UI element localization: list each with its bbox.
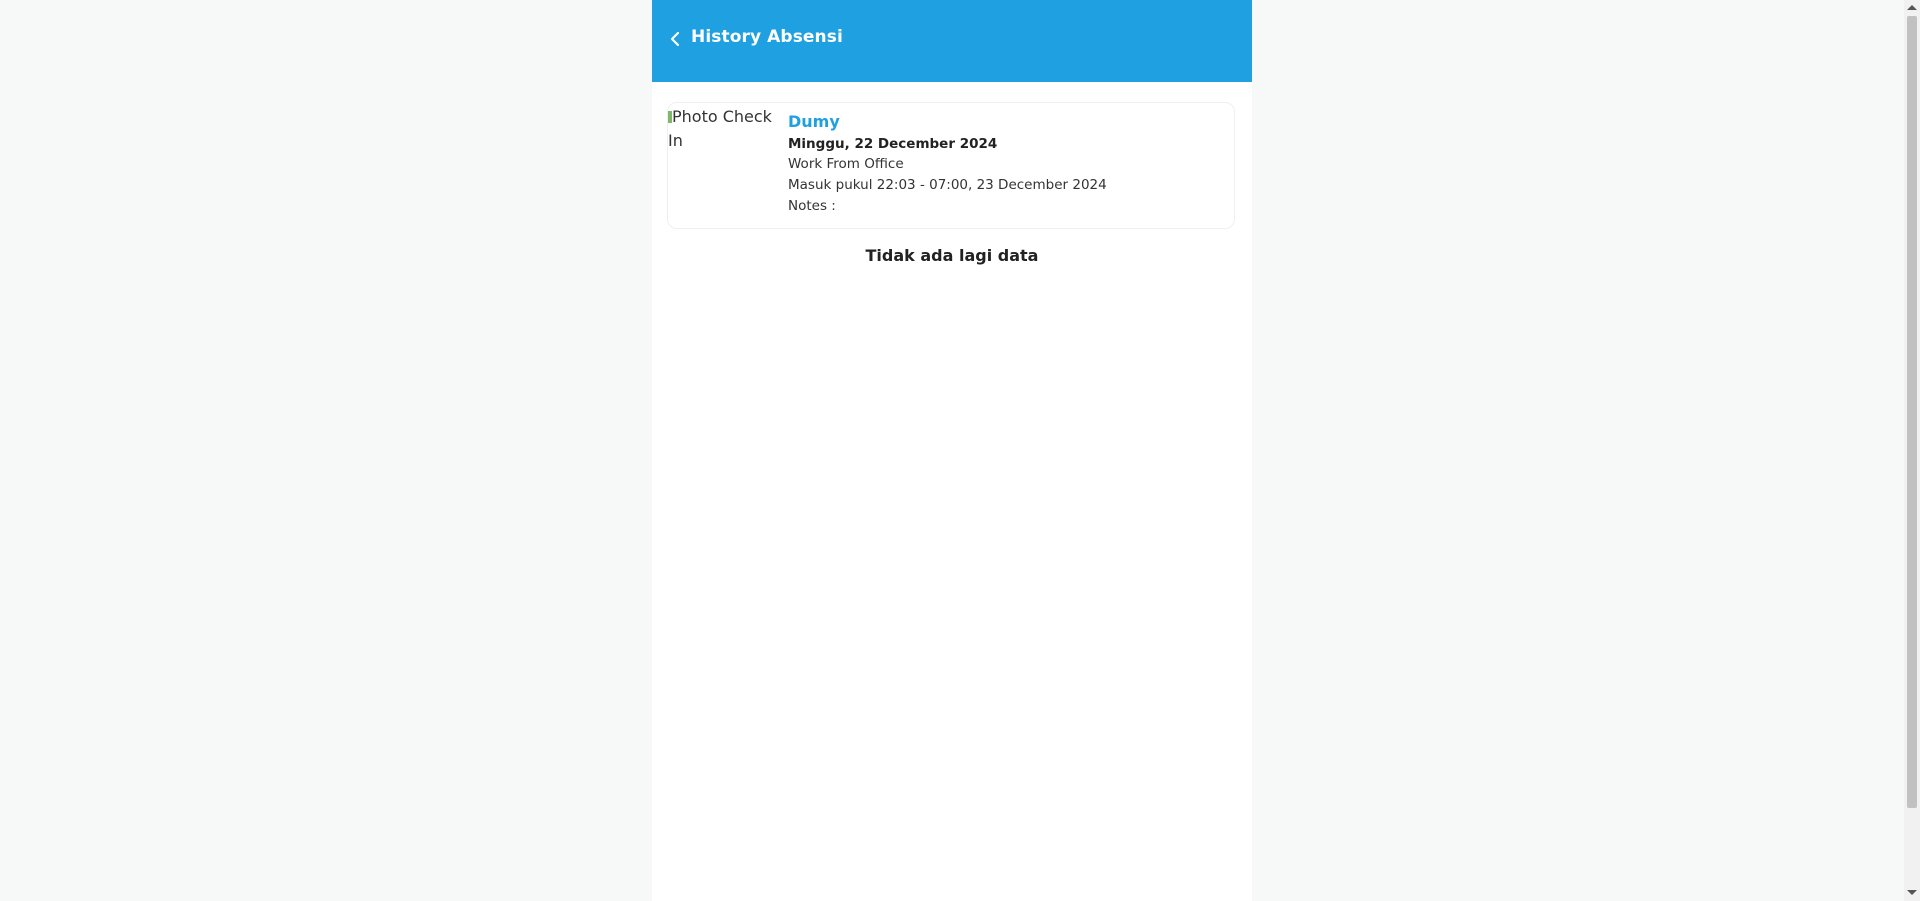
attendance-card[interactable]: Photo Check In Dumy Minggu, 22 December …: [667, 102, 1235, 229]
attendance-info: Dumy Minggu, 22 December 2024 Work From …: [788, 111, 1107, 217]
page-title: History Absensi: [691, 27, 843, 47]
app-header: History Absensi: [652, 0, 1252, 82]
back-button[interactable]: [664, 26, 686, 52]
check-in-photo-alt: Photo Check In: [668, 107, 772, 150]
end-of-list-message: Tidak ada lagi data: [865, 246, 1039, 265]
scroll-down-icon[interactable]: [1907, 890, 1917, 895]
scroll-up-icon[interactable]: [1907, 5, 1917, 10]
chevron-left-icon: [670, 31, 680, 47]
check-in-photo: Photo Check In: [668, 105, 778, 165]
scrollbar-thumb[interactable]: [1907, 16, 1917, 808]
check-in-time: Masuk pukul 22:03 - 07:00, 23 December 2…: [788, 177, 1107, 193]
employee-name: Dumy: [788, 112, 840, 131]
attendance-date: Minggu, 22 December 2024: [788, 136, 998, 152]
attendance-notes: Notes :: [788, 198, 836, 214]
content-sheet: Photo Check In Dumy Minggu, 22 December …: [652, 82, 1252, 901]
page-scrollbar[interactable]: [1904, 0, 1920, 901]
app-container: History Absensi Photo Check In Dumy Ming…: [652, 0, 1252, 901]
work-type: Work From Office: [788, 156, 904, 172]
